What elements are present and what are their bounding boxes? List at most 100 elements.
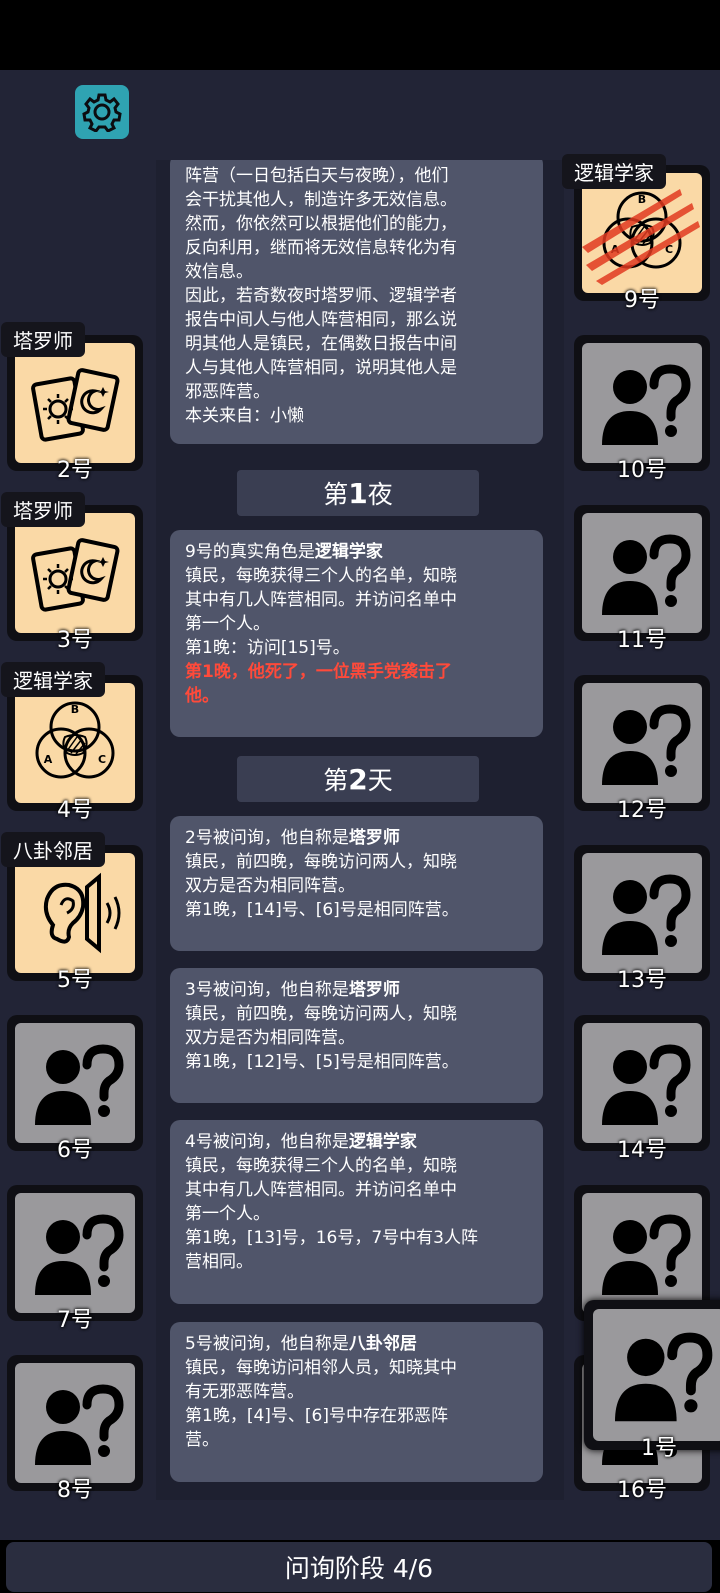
bottom-bar: 问询阶段 4/6 <box>0 1540 720 1593</box>
message-line: 镇民，前四晚，每晚访问两人，知晓 <box>185 852 457 872</box>
player-number: 14号 <box>617 1138 667 1163</box>
player-number: 6号 <box>57 1138 93 1163</box>
message-head: 9号的真实角色是逻辑学家 <box>185 542 383 562</box>
message-line: 第1晚，[12]号、[5]号是相同阵营。 <box>185 1052 459 1072</box>
player-card-12[interactable]: 12号 <box>574 675 710 823</box>
role-tag: 塔罗师 <box>1 322 85 357</box>
unknown-person-icon <box>15 1023 135 1143</box>
claw-scratch-icon <box>582 189 700 285</box>
player-card-8[interactable]: 8号 <box>7 1355 143 1503</box>
self-player-card-1[interactable]: 1号 <box>584 1300 720 1461</box>
unknown-person-icon <box>582 513 702 633</box>
message-line: 双方是否为相同阵营。 <box>185 876 355 896</box>
player-number: 1号 <box>641 1436 677 1461</box>
intro-line: 效信息。 <box>185 262 253 282</box>
stage-indicator: 问询阶段 4/6 <box>6 1542 712 1592</box>
player-number: 7号 <box>57 1308 93 1333</box>
player-number: 2号 <box>57 458 93 483</box>
death-notice: 第1晚，他死了，一位黑手党袭击了 <box>185 662 452 682</box>
phase-header-day-2: 第2天 <box>237 756 479 802</box>
interrogation-message-5: 5号被问询，他自称是八卦邻居 镇民，每晚访问相邻人员，知晓其中 有无邪恶阵营。 … <box>170 1322 543 1482</box>
intro-line: 本关来自：小懒 <box>185 406 304 426</box>
message-line: 营。 <box>185 1430 219 1450</box>
unknown-person-icon <box>593 1309 720 1441</box>
message-line: 镇民，每晚访问相邻人员，知晓其中 <box>185 1358 457 1378</box>
venn-diagram-icon: B A C <box>35 701 115 779</box>
gear-icon <box>82 93 122 132</box>
message-head: 4号被问询，他自称是逻辑学家 <box>185 1132 417 1152</box>
message-line: 第1晚，[13]号，16号，7号中有3人阵 <box>185 1228 478 1248</box>
message-head: 5号被问询，他自称是八卦邻居 <box>185 1334 417 1354</box>
phase-suffix: 天 <box>367 766 393 795</box>
unknown-person-icon <box>582 1023 702 1143</box>
unknown-person-icon <box>582 683 702 803</box>
top-status-bar <box>0 0 720 70</box>
message-line: 第1晚：访问[15]号。 <box>185 638 350 658</box>
role-tag: 塔罗师 <box>1 492 85 527</box>
interrogation-message-4: 4号被问询，他自称是逻辑学家 镇民，每晚获得三个人的名单，知晓 其中有几人阵营相… <box>170 1120 543 1304</box>
role-tag: 八卦邻居 <box>1 832 105 867</box>
intro-line: 然而，你依然可以根据他们的能力， <box>185 214 457 234</box>
message-line: 第1晚，[14]号、[6]号是相同阵营。 <box>185 900 459 920</box>
player-card-10[interactable]: 10号 <box>574 335 710 483</box>
message-line: 第1晚，[4]号、[6]号中存在邪恶阵 <box>185 1406 448 1426</box>
unknown-person-icon <box>582 343 702 463</box>
player-card-14[interactable]: 14号 <box>574 1015 710 1163</box>
ear-icon <box>43 875 121 951</box>
intro-line: 会干扰其他人，制造许多无效信息。 <box>185 190 457 210</box>
message-line: 第一个人。 <box>185 614 270 634</box>
phase-suffix: 夜 <box>367 480 393 509</box>
intro-line: 反向利用，继而将无效信息转化为有 <box>185 238 457 258</box>
player-number: 9号 <box>624 288 660 313</box>
message-log[interactable]: 阵营（一日包括白天与夜晚），他们 会干扰其他人，制造许多无效信息。 然而，你依然… <box>156 160 564 1500</box>
intro-message: 阵营（一日包括白天与夜晚），他们 会干扰其他人，制造许多无效信息。 然而，你依然… <box>170 160 543 444</box>
message-line: 有无邪恶阵营。 <box>185 1382 304 1402</box>
phase-number: 1 <box>348 476 368 510</box>
night1-message: 9号的真实角色是逻辑学家 镇民，每晚获得三个人的名单，知晓 其中有几人阵营相同。… <box>170 530 543 737</box>
svg-text:A: A <box>44 753 53 766</box>
player-number: 16号 <box>617 1478 667 1503</box>
message-head: 2号被问询，他自称是塔罗师 <box>185 828 400 848</box>
tarot-cards-icon <box>30 537 121 613</box>
message-line: 双方是否为相同阵营。 <box>185 1028 355 1048</box>
player-number: 13号 <box>617 968 667 993</box>
svg-text:B: B <box>71 703 79 716</box>
message-line: 镇民，前四晚，每晚访问两人，知晓 <box>185 1004 457 1024</box>
message-line: 镇民，每晚获得三个人的名单，知晓 <box>185 566 457 586</box>
player-card-7[interactable]: 7号 <box>7 1185 143 1333</box>
phase-prefix: 第 <box>323 766 349 795</box>
player-number: 10号 <box>617 458 667 483</box>
message-line: 营相同。 <box>185 1252 253 1272</box>
intro-line: 阵营（一日包括白天与夜晚），他们 <box>185 166 449 186</box>
intro-line: 报告中间人与他人阵营相同，那么说 <box>185 310 457 330</box>
role-tag: 逻辑学家 <box>1 662 105 697</box>
phase-header-night-1: 第1夜 <box>237 470 479 516</box>
message-head: 3号被问询，他自称是塔罗师 <box>185 980 400 1000</box>
intro-line: 明其他人是镇民，在偶数日报告中间 <box>185 334 457 354</box>
interrogation-message-3: 3号被问询，他自称是塔罗师 镇民，前四晚，每晚访问两人，知晓 双方是否为相同阵营… <box>170 968 543 1103</box>
svg-text:C: C <box>98 753 106 766</box>
settings-button[interactable] <box>75 85 129 139</box>
unknown-person-icon <box>15 1363 135 1483</box>
death-notice: 他。 <box>185 686 219 706</box>
role-tag: 逻辑学家 <box>562 154 666 189</box>
unknown-person-icon <box>582 853 702 973</box>
player-card-13[interactable]: 13号 <box>574 845 710 993</box>
message-line: 镇民，每晚获得三个人的名单，知晓 <box>185 1156 457 1176</box>
message-line: 其中有几人阵营相同。并访问名单中 <box>185 590 457 610</box>
player-card-11[interactable]: 11号 <box>574 505 710 653</box>
unknown-person-icon <box>15 1193 135 1313</box>
player-number: 4号 <box>57 798 93 823</box>
player-number: 11号 <box>617 628 667 653</box>
intro-line: 因此，若奇数夜时塔罗师、逻辑学者 <box>185 286 457 306</box>
intro-line: 邪恶阵营。 <box>185 382 270 402</box>
player-number: 8号 <box>57 1478 93 1503</box>
message-line: 其中有几人阵营相同。并访问名单中 <box>185 1180 457 1200</box>
phase-prefix: 第 <box>323 480 349 509</box>
player-number: 3号 <box>57 628 93 653</box>
player-number: 5号 <box>57 968 93 993</box>
interrogation-message-2: 2号被问询，他自称是塔罗师 镇民，前四晚，每晚访问两人，知晓 双方是否为相同阵营… <box>170 816 543 951</box>
phase-number: 2 <box>348 762 368 796</box>
message-line: 第一个人。 <box>185 1204 270 1224</box>
player-card-6[interactable]: 6号 <box>7 1015 143 1163</box>
